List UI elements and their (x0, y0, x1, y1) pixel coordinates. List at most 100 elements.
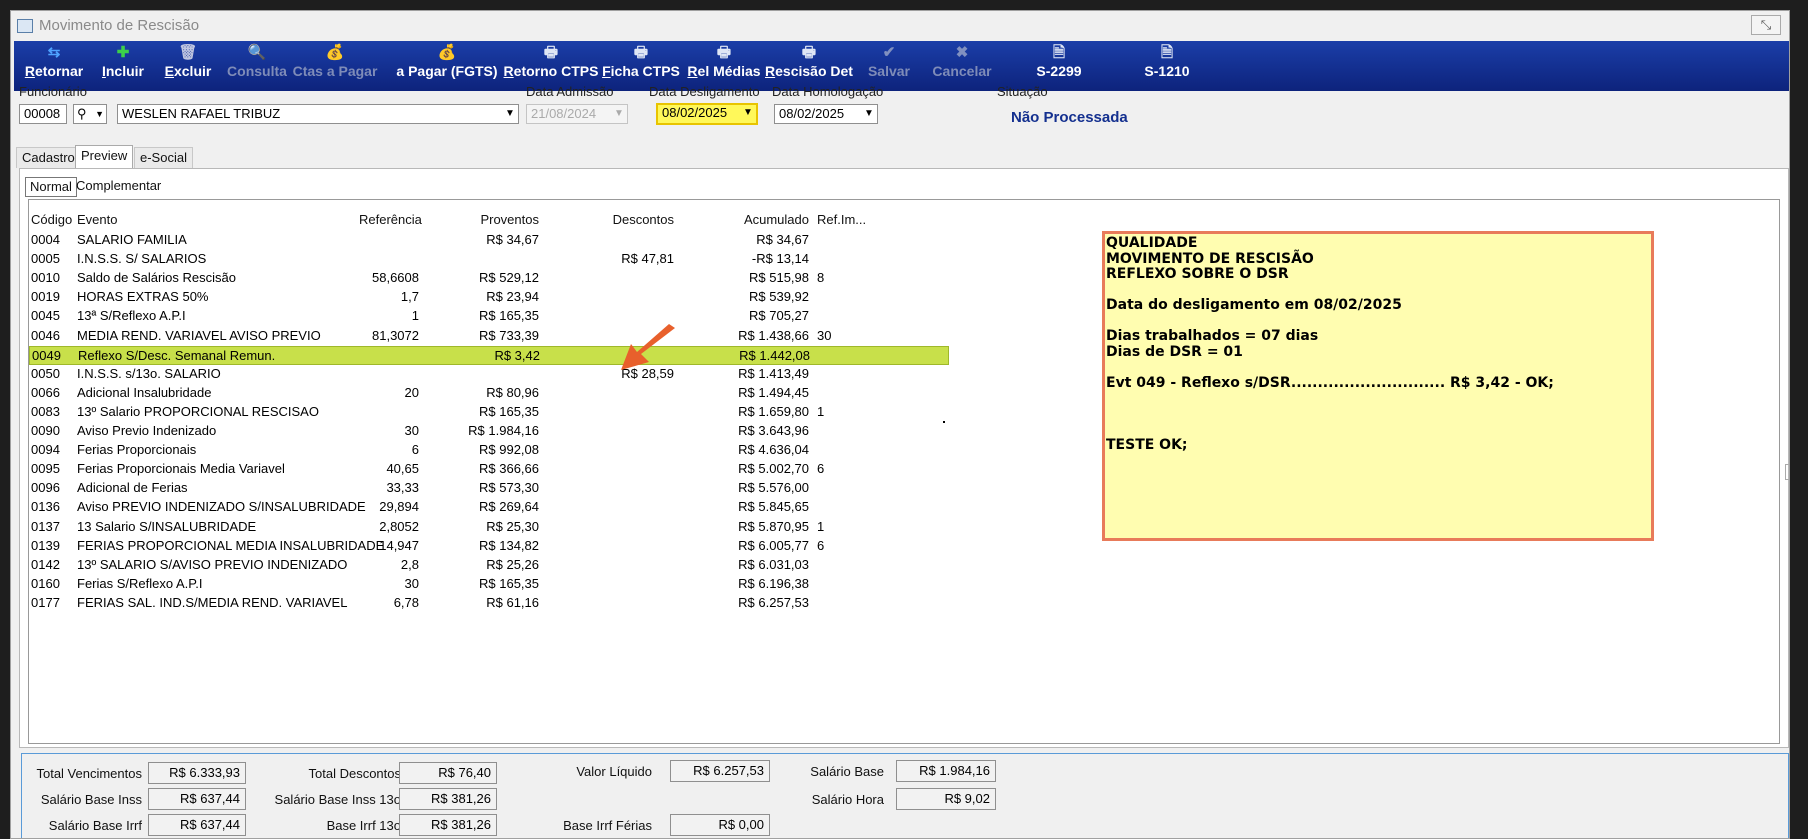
base-irrf13-label: Base Irrf 13o (326, 818, 401, 833)
table-row[interactable]: 0137 13 Salario S/INSALUBRIDADE 2,8052 R$ 2… (29, 518, 949, 537)
cell-codigo: 0005 (31, 251, 60, 267)
situacao-value: Não Processada (1011, 109, 1128, 126)
toolbar-ficha_ctps-button[interactable]: 🖶 Ficha CTPS (601, 43, 681, 89)
header-descontos[interactable]: Descontos (574, 212, 674, 227)
chevron-down-icon: ▼ (614, 108, 624, 119)
table-row[interactable]: 0160 Ferias S/Reflexo A.P.I 30 R$ 165,35 R$ … (29, 575, 949, 594)
cell-referencia: 29,894 (379, 499, 419, 515)
cell-acumulado: R$ 34,67 (756, 232, 809, 247)
cell-codigo: 0142 (31, 556, 60, 572)
cell-proventos: R$ 529,12 (479, 270, 539, 286)
funcionario-code-input[interactable]: 00008 (19, 104, 67, 124)
toolbar-consulta-button[interactable]: 🔍 Consulta (222, 43, 292, 89)
cell-acumulado: R$ 705,27 (749, 308, 809, 324)
toolbar-rel_medias-button[interactable]: 🖶 Rel Médias (681, 43, 767, 89)
table-row[interactable]: 0019 HORAS EXTRAS 50% 1,7 R$ 23,94 R$ 539,92 (29, 288, 949, 307)
subtab-complementar[interactable]: Complementar (72, 177, 165, 197)
cell-proventos: R$ 25,26 (486, 556, 539, 572)
cell-evento: Adicional de Ferias (77, 480, 188, 496)
toolbar-retornar-button[interactable]: ⇆ Retornar (12, 43, 96, 89)
funcionario-name-value: WESLEN RAFAEL TRIBUZ (122, 106, 281, 121)
toolbar-salvar-button[interactable]: ✔ Salvar (865, 43, 913, 89)
note-line (1106, 422, 1651, 438)
cell-evento: 13º SALARIO S/AVISO PREVIO INDENIZADO (77, 556, 348, 572)
table-row[interactable]: 0066 Adicional Insalubridade 20 R$ 80,96 R$ … (29, 384, 949, 403)
funcionario-search-button[interactable]: ⚲ ▼ (73, 104, 107, 124)
table-row[interactable]: 0142 13º SALARIO S/AVISO PREVIO INDENIZAD… (29, 556, 949, 575)
cell-acumulado: R$ 5.845,65 (738, 499, 809, 515)
header-proventos[interactable]: Proventos (459, 212, 539, 227)
base-irrf13-value: R$ 381,26 (399, 814, 497, 836)
table-row[interactable]: 0046 MEDIA REND. VARIAVEL AVISO PREVIO 81,… (29, 327, 949, 346)
table-row[interactable]: 0139 FERIAS PROPORCIONAL MEDIA INSALUBRID… (29, 537, 949, 556)
cell-acumulado: R$ 515,98 (749, 270, 809, 286)
toolbar-excluir-button[interactable]: 🗑 Excluir (156, 43, 220, 89)
toolbar-ctas_pagar-button[interactable]: 💰 Ctas a Pagar (286, 43, 384, 89)
cell-acumulado: -R$ 13,14 (751, 251, 809, 267)
cell-proventos: R$ 25,30 (486, 518, 539, 534)
base-irrf-ferias-value: R$ 0,00 (670, 814, 770, 836)
toolbar-cancelar-button[interactable]: ✖ Cancelar (927, 43, 997, 89)
cell-proventos: R$ 165,35 (479, 308, 539, 324)
cell-codigo: 0139 (31, 537, 60, 553)
tab-esocial[interactable]: e-Social (134, 147, 193, 168)
toolbar-salvar-label: Salvar (867, 63, 911, 79)
funcionario-name-select[interactable]: WESLEN RAFAEL TRIBUZ ▼ (117, 104, 519, 124)
cell-evento: Ferias Proporcionais (77, 442, 197, 458)
cell-evento: Ferias S/Reflexo A.P.I (77, 575, 203, 591)
cell-evento: Reflexo S/Desc. Semanal Remun. (78, 347, 276, 363)
toolbar-consulta-label: Consulta (227, 63, 287, 79)
tab-preview[interactable]: Preview (75, 145, 134, 168)
cell-acumulado: R$ 3.643,96 (738, 423, 809, 438)
toolbar-rescisao_det-button[interactable]: 🖶 Rescisão Det (761, 43, 857, 89)
table-row[interactable]: 0010 Saldo de Salários Rescisão 58,6608 R$ … (29, 269, 949, 288)
data-homologacao-field[interactable]: 08/02/2025 ▼ (774, 104, 878, 124)
cell-proventos: R$ 733,39 (479, 327, 539, 343)
table-row[interactable]: 0005 I.N.S.S. S/ SALARIOS R$ 47,81 -R$ 13,1… (29, 250, 949, 269)
window-edge-handle (1785, 464, 1789, 480)
table-row[interactable]: 0177 FERIAS SAL. IND.S/MEDIA REND. VARIAV… (29, 594, 949, 613)
toolbar-ficha_ctps-label: Ficha CTPS (602, 63, 680, 79)
note-line (1106, 314, 1651, 330)
header-ref-im[interactable]: Ref.Im... (817, 212, 866, 227)
header-referencia[interactable]: Referência (359, 212, 422, 227)
cell-proventos: R$ 269,64 (479, 499, 539, 515)
note-line (1106, 407, 1651, 423)
cell-referencia: 40,65 (386, 461, 419, 477)
table-row[interactable]: 0004 SALARIO FAMILIA R$ 34,67 R$ 34,67 (29, 231, 949, 250)
toolbar-s2299-button[interactable]: 🗎 S-2299 (1027, 43, 1091, 89)
trash-icon: 🗑 (178, 44, 198, 61)
cell-acumulado: R$ 4.636,04 (738, 442, 809, 458)
cell-acumulado: R$ 5.002,70 (738, 461, 809, 477)
header-codigo[interactable]: Código (31, 212, 72, 227)
table-row[interactable]: 0050 I.N.S.S. s/13o. SALARIO R$ 28,59 R$ 1.… (29, 365, 949, 384)
chevron-down-icon: ▼ (505, 108, 515, 119)
toolbar-incluir-button[interactable]: ✚ Incluir (88, 43, 158, 89)
data-desligamento-field[interactable]: 08/02/2025 ▼ (656, 103, 758, 125)
cell-codigo: 0096 (31, 480, 60, 496)
salario-base-label: Salário Base (810, 764, 884, 779)
toolbar-s1210-button[interactable]: 🗎 S-1210 (1135, 43, 1199, 89)
table-row[interactable]: 0049 Reflexo S/Desc. Semanal Remun. R$ 3,4… (29, 345, 949, 365)
tab-cadastro[interactable]: Cadastro (16, 147, 81, 168)
toolbar-retorno_ctps-button[interactable]: 🖶 Retorno CTPS (503, 43, 599, 89)
table-row[interactable]: 0094 Ferias Proporcionais 6 R$ 992,08 R$ 4.6… (29, 441, 949, 460)
header-acumulado[interactable]: Acumulado (699, 212, 809, 227)
table-row[interactable]: 0096 Adicional de Ferias 33,33 R$ 573,30 R$ … (29, 479, 949, 498)
total-vencimentos-value: R$ 6.333,93 (148, 762, 246, 784)
cell-referencia: 2,8052 (379, 518, 419, 534)
cell-acumulado: R$ 1.413,49 (738, 365, 809, 381)
table-row[interactable]: 0045 13ª S/Reflexo A.P.I 1 R$ 165,35 R$ 705,… (29, 307, 949, 326)
table-row[interactable]: 0090 Aviso Previo Indenizado 30 R$ 1.984,16… (29, 422, 949, 441)
cell-referencia: 58,6608 (372, 270, 419, 286)
note-line: Dias de DSR = 01 (1106, 343, 1243, 360)
subtab-normal[interactable]: Normal (25, 177, 77, 197)
stray-dot (943, 421, 945, 423)
table-row[interactable]: 0083 13º Salario PROPORCIONAL RESCISAO R$ … (29, 403, 949, 422)
cell-evento: Aviso PREVIO INDENIZADO S/INSALUBRIDADE (77, 499, 366, 515)
toolbar-a_pagar_fgts-button[interactable]: 💰 a Pagar (FGTS) (382, 43, 512, 89)
table-row[interactable]: 0136 Aviso PREVIO INDENIZADO S/INSALUBRID… (29, 498, 949, 517)
table-row[interactable]: 0095 Ferias Proporcionais Media Variavel 4… (29, 460, 949, 479)
restore-window-button[interactable]: ⤡ (1751, 15, 1781, 35)
header-evento[interactable]: Evento (77, 212, 117, 227)
